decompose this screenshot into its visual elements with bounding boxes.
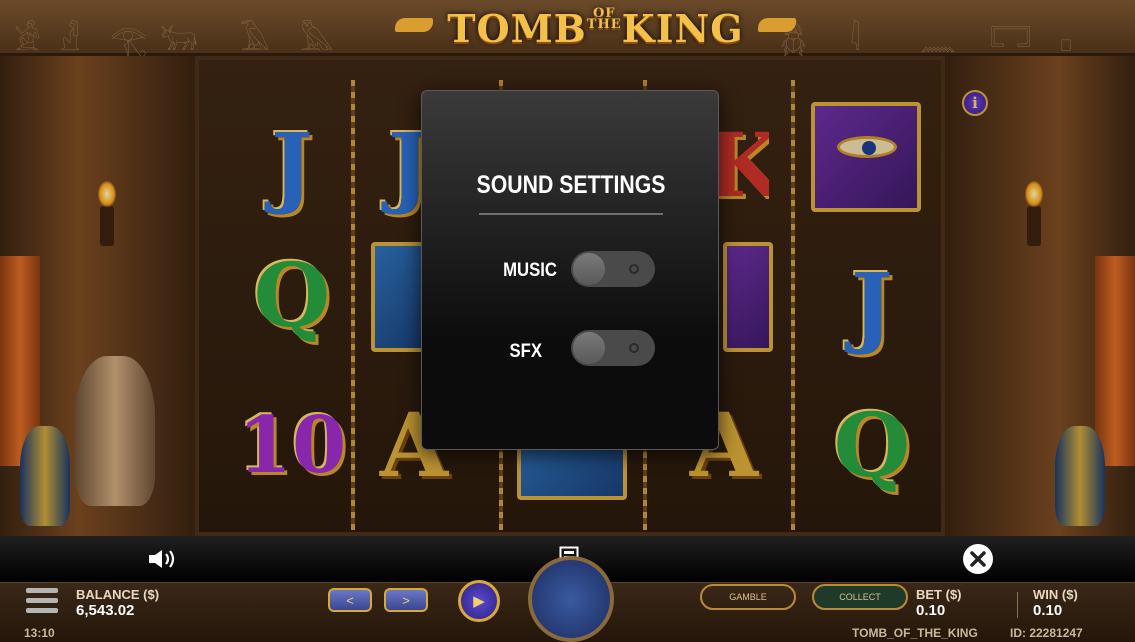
clock: 13:10: [24, 626, 55, 640]
bet-value: 0.10: [916, 602, 946, 619]
dialog-title: SOUND SETTINGS: [476, 171, 666, 199]
top-frieze: 𓀀 𓁐 𓂀 𓃒 𓄿 𓅓 𓆣 𓇋 𓈖 𓉐 𓊪 TOMB OF THEKING: [0, 0, 1135, 58]
hieroglyph-decoration: 𓁐: [60, 23, 81, 58]
speaker-icon: [149, 550, 175, 568]
toggle-knob: [573, 332, 605, 364]
music-toggle[interactable]: [571, 251, 655, 287]
hieroglyph-decoration: 𓄿: [240, 23, 270, 58]
game-stage: 𓀀 𓁐 𓂀 𓃒 𓄿 𓅓 𓆣 𓇋 𓈖 𓉐 𓊪 TOMB OF THEKING J …: [0, 0, 1135, 642]
game-logo: TOMB OF THEKING: [395, 6, 796, 52]
hieroglyph-decoration: 𓀀: [14, 23, 41, 58]
separator: [1017, 592, 1018, 618]
gamble-button[interactable]: GAMBLE: [700, 584, 796, 610]
hieroglyph-decoration: 𓃒: [160, 23, 198, 58]
logo-wing-right: [757, 18, 796, 32]
balance-value: 6,543.02: [76, 602, 135, 619]
hamburger-line: [26, 608, 58, 613]
win-label: WIN ($): [1033, 587, 1078, 602]
collect-button[interactable]: COLLECT: [812, 584, 908, 610]
win-value: 0.10: [1033, 602, 1063, 619]
close-icon: [963, 544, 993, 574]
bet-increase-button[interactable]: >: [384, 588, 428, 612]
toggle-knob: [573, 253, 605, 285]
spin-button[interactable]: [528, 556, 614, 642]
hamburger-line: [26, 598, 58, 603]
sfx-label: SFX: [509, 341, 542, 362]
autoplay-button[interactable]: ▶: [458, 580, 500, 622]
sfx-toggle[interactable]: [571, 330, 655, 366]
bet-label: BET ($): [916, 587, 962, 602]
toggle-off-indicator: [629, 343, 639, 353]
menu-button[interactable]: [26, 588, 58, 616]
hieroglyph-decoration: 𓈖: [920, 23, 956, 58]
hieroglyph-decoration: 𓅓: [300, 23, 334, 58]
title-divider: [479, 213, 663, 215]
music-label: MUSIC: [503, 260, 557, 281]
bet-decrease-button[interactable]: <: [328, 588, 372, 612]
toggle-off-indicator: [629, 264, 639, 274]
logo-wing-left: [395, 18, 433, 32]
balance-label: BALANCE ($): [76, 587, 160, 602]
hieroglyph-decoration: 𓇋: [850, 23, 861, 58]
sound-button[interactable]: [145, 544, 181, 574]
hieroglyph-decoration: 𓊪: [1060, 23, 1073, 58]
hamburger-line: [26, 588, 58, 593]
game-name: TOMB_OF_THE_KING: [852, 626, 978, 640]
close-button[interactable]: [962, 544, 994, 574]
hieroglyph-decoration: 𓉐: [990, 23, 1032, 58]
hieroglyph-decoration: 𓂀: [110, 23, 148, 58]
sound-settings-dialog: SOUND SETTINGS MUSIC SFX: [421, 90, 719, 450]
round-id: ID: 22281247: [1010, 626, 1083, 640]
